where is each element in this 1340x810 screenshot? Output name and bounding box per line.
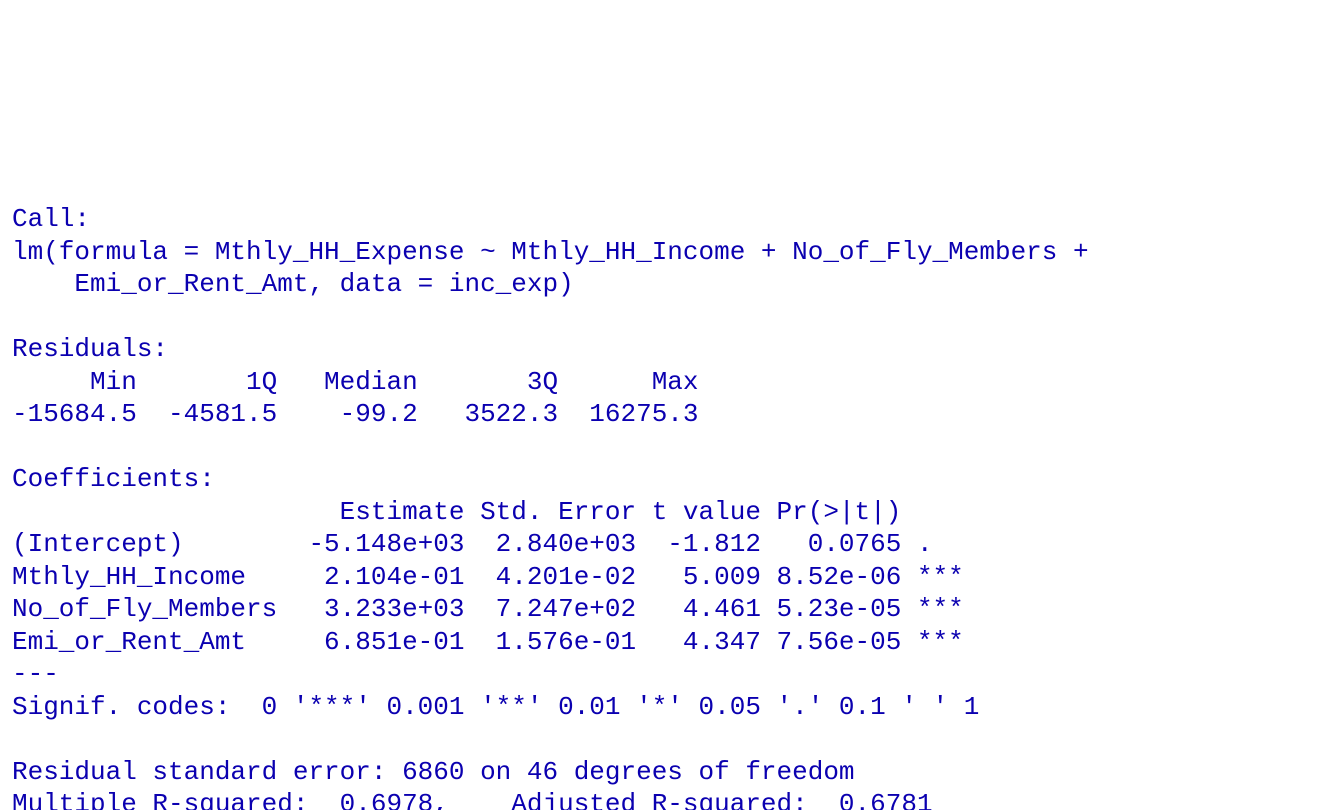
r-summary-output: Call: lm(formula = Mthly_HH_Expense ~ Mt…	[0, 163, 1340, 810]
call-label: Call:	[12, 204, 90, 234]
residuals-header: Min 1Q Median 3Q Max	[12, 367, 714, 397]
coef-row-income: Mthly_HH_Income 2.104e-01 4.201e-02 5.00…	[12, 562, 964, 592]
coefficients-label: Coefficients:	[12, 464, 215, 494]
coef-row-members: No_of_Fly_Members 3.233e+03 7.247e+02 4.…	[12, 594, 964, 624]
residuals-label: Residuals:	[12, 334, 168, 364]
residuals-values: -15684.5 -4581.5 -99.2 3522.3 16275.3	[12, 399, 714, 429]
coef-separator: ---	[12, 659, 59, 689]
coef-row-emi: Emi_or_Rent_Amt 6.851e-01 1.576e-01 4.34…	[12, 627, 964, 657]
r-squared-line: Multiple R-squared: 0.6978, Adjusted R-s…	[12, 789, 948, 810]
call-formula-line1: lm(formula = Mthly_HH_Expense ~ Mthly_HH…	[12, 237, 1104, 267]
call-formula-line2: Emi_or_Rent_Amt, data = inc_exp)	[12, 269, 574, 299]
residual-se-line: Residual standard error: 6860 on 46 degr…	[12, 757, 855, 787]
coefficients-header: Estimate Std. Error t value Pr(>|t|)	[12, 497, 964, 527]
coef-row-intercept: (Intercept) -5.148e+03 2.840e+03 -1.812 …	[12, 529, 964, 559]
signif-codes: Signif. codes: 0 '***' 0.001 '**' 0.01 '…	[12, 692, 979, 722]
